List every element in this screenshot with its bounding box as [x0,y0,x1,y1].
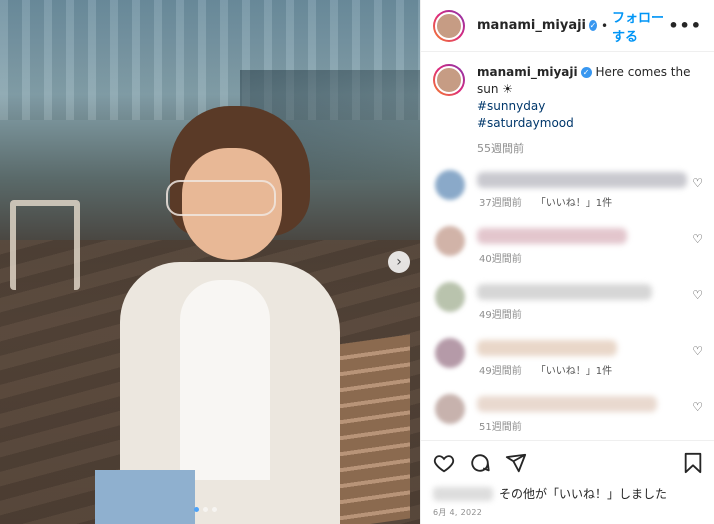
heart-icon[interactable]: ♡ [692,344,703,358]
post-photo[interactable]: › [0,0,420,524]
heart-icon[interactable]: ♡ [692,400,703,414]
follow-button[interactable]: フォローする [612,7,668,45]
share-icon[interactable] [505,452,527,474]
comment-avatar[interactable] [435,170,465,200]
comment-time: 49週間前 [479,366,522,377]
comment-avatar[interactable] [435,338,465,368]
post-date: 6月 4, 2022 [433,508,483,517]
caption-block: manami_miyaji ✓ Here comes the sun ☀ #sun… [421,52,714,157]
likes-text: その他が「いいね！」しました [499,487,668,501]
comment-icon[interactable] [469,452,491,474]
comment-item: 49週間前 「いいね！」1件 ♡ [421,328,714,384]
hashtag-link[interactable]: #sunnyday [477,98,697,115]
username-link[interactable]: manami_miyaji [477,18,586,33]
comment-like-count[interactable]: 「いいね！」1件 [536,362,612,377]
likes-summary[interactable]: その他が「いいね！」しました [433,485,703,502]
comment-time: 49週間前 [479,310,522,321]
caption-timestamp: 55週間前 [477,142,524,155]
heart-icon[interactable]: ♡ [692,288,703,302]
comment-item: 37週間前 「いいね！」1件 ♡ [421,160,714,216]
avatar[interactable] [433,64,465,96]
separator-dot: • [600,18,609,33]
comment-avatar[interactable] [435,226,465,256]
comment-text-blurred [477,284,652,300]
photo-jeans [95,470,195,524]
carousel-indicator [194,507,217,512]
carousel-dot [212,507,217,512]
comment-text-blurred [477,396,657,412]
carousel-dot [203,507,208,512]
comment-time: 37週間前 [479,198,522,209]
comment-item: 40週間前 ♡ [421,216,714,272]
comment-time: 40週間前 [479,254,522,265]
heart-icon[interactable]: ♡ [692,232,703,246]
avatar[interactable] [433,9,465,42]
verified-badge-icon: ✓ [580,67,592,78]
comment-like-count[interactable]: 「いいね！」1件 [536,194,612,209]
comment-meta: 51週間前 [479,418,522,433]
action-bar: その他が「いいね！」しました 6月 4, 2022 [421,440,714,518]
bookmark-icon[interactable] [683,452,703,474]
photo-tshirt [180,280,270,480]
hashtag-link[interactable]: #saturdaymood [477,115,697,132]
carousel-dot [194,507,199,512]
comment-meta: 37週間前 「いいね！」1件 [479,194,612,209]
verified-badge-icon: ✓ [589,20,597,31]
comment-avatar[interactable] [435,282,465,312]
caption-text: manami_miyaji ✓ Here comes the sun ☀ #sun… [477,64,697,157]
comment-avatar[interactable] [435,394,465,424]
comment-meta: 40週間前 [479,250,522,265]
comment-text-blurred [477,340,617,356]
post-sidebar: manami_miyaji ✓ • フォローする ••• manami_miya… [420,0,714,524]
more-options-icon[interactable]: ••• [668,16,702,35]
next-photo-button[interactable]: › [388,251,410,273]
comment-item: 49週間前 ♡ [421,272,714,328]
post-header: manami_miyaji ✓ • フォローする ••• [421,0,714,52]
comment-meta: 49週間前 「いいね！」1件 [479,362,612,377]
comment-text-blurred [477,228,627,244]
heart-icon[interactable]: ♡ [692,176,703,190]
comment-item: 51週間前 ♡ [421,384,714,440]
photo-chair-right [330,334,410,524]
comment-time: 51週間前 [479,422,522,433]
liker-name-blurred [433,486,493,501]
chevron-right-icon: › [396,254,402,270]
photo-glasses [166,180,276,216]
heart-icon[interactable] [433,452,455,474]
comment-meta: 49週間前 [479,306,522,321]
caption-username[interactable]: manami_miyaji [477,65,578,79]
action-icons [433,451,703,475]
comment-text-blurred [477,172,687,188]
photo-chair-left [10,200,80,290]
comment-list: 37週間前 「いいね！」1件 ♡ 40週間前 ♡ 49週間前 ♡ 49週間前 「… [421,160,714,440]
